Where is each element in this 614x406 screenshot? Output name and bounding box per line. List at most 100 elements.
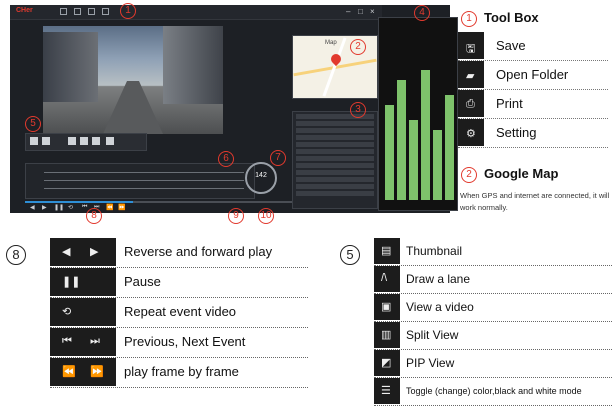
print-icon: ⎙ bbox=[466, 98, 475, 110]
playback-legend: ◀ ▶ Reverse and forward play ❚❚ Pause ⟲ R… bbox=[50, 238, 308, 388]
previous-event-icon[interactable]: ⏮ bbox=[82, 204, 87, 211]
callout-6: 6 bbox=[218, 151, 234, 167]
video-view[interactable] bbox=[43, 26, 223, 134]
pip-view-icon: ◩ bbox=[381, 357, 392, 369]
road bbox=[103, 81, 163, 134]
next-event-icon: ⏭ bbox=[90, 335, 100, 347]
view-mode-legend: ▤ Thumbnail /\ Draw a lane ▣ View a vide… bbox=[374, 238, 612, 406]
callout-2: 2 bbox=[350, 39, 366, 55]
speedometer: 142 bbox=[245, 162, 277, 194]
pause-icon[interactable]: ❚❚ bbox=[54, 204, 64, 211]
legend-label: Split View bbox=[406, 328, 459, 342]
frame-forward-icon: ⏩ bbox=[90, 366, 104, 378]
lane-icon[interactable] bbox=[42, 137, 50, 145]
open-folder-icon[interactable] bbox=[74, 8, 81, 15]
split-view-icon[interactable] bbox=[80, 137, 88, 145]
toolbox-label: Setting bbox=[496, 125, 537, 140]
callout-8: 8 bbox=[86, 208, 102, 224]
legend-label: Previous, Next Event bbox=[124, 334, 246, 349]
forward-play-icon[interactable]: ▶ bbox=[42, 204, 47, 211]
toggle-color-icon[interactable] bbox=[106, 137, 114, 145]
callout-4: 4 bbox=[414, 5, 430, 21]
open-folder-icon: ▰ bbox=[466, 70, 475, 82]
toggle-color-icon: ☰ bbox=[381, 385, 391, 397]
building-right bbox=[163, 26, 223, 104]
previous-event-icon: ⏮ bbox=[62, 335, 72, 347]
legend-label: Pause bbox=[124, 274, 161, 289]
print-icon[interactable] bbox=[88, 8, 95, 15]
legend-label: Toggle (change) color,black and white mo… bbox=[406, 386, 582, 396]
gsensor-graph bbox=[25, 163, 255, 199]
legend-row: ◀ ▶ Reverse and forward play bbox=[50, 238, 308, 268]
toolbox-row: ▰ Open Folder bbox=[458, 61, 608, 90]
callout-1: 1 bbox=[120, 3, 136, 19]
pause-icon: ❚❚ bbox=[62, 276, 81, 288]
view-video-icon: ▣ bbox=[381, 301, 392, 313]
save-icon[interactable] bbox=[60, 8, 67, 15]
reverse-play-icon: ◀ bbox=[62, 246, 71, 258]
legend-row: ❚❚ Pause bbox=[50, 268, 308, 298]
split-view-icon: ▥ bbox=[381, 329, 392, 341]
google-map-description: When GPS and internet are connected, it … bbox=[460, 191, 610, 212]
legend-8-number: 8 bbox=[6, 245, 26, 265]
callout-3: 3 bbox=[350, 102, 366, 118]
title-bar: CHer – □ × bbox=[10, 5, 382, 20]
toolbox-row: ⎙ Print bbox=[458, 90, 608, 119]
gear-icon[interactable] bbox=[102, 8, 109, 15]
close-icon[interactable]: × bbox=[370, 7, 375, 16]
legend-label: play frame by frame bbox=[124, 364, 239, 379]
legend-label: View a video bbox=[406, 300, 474, 314]
toolbox-number: 1 bbox=[461, 11, 477, 27]
player-window: CHer – □ × 142 ◀ ▶ ❚❚ ⟲ ⏮ ⏭ ⏪ ⏩ Map 1 2 … bbox=[10, 3, 458, 224]
legend-row: ▣ View a video bbox=[374, 294, 612, 322]
legend-5-number: 5 bbox=[340, 245, 360, 265]
legend-label: Repeat event video bbox=[124, 304, 237, 319]
legend-row: ⏮ ⏭ Previous, Next Event bbox=[50, 328, 308, 358]
toolbox-label: Open Folder bbox=[496, 67, 569, 82]
gsensor-bars-panel bbox=[378, 17, 458, 211]
thumbnail-icon: ▤ bbox=[381, 245, 392, 257]
frame-forward-icon[interactable]: ⏩ bbox=[118, 204, 125, 211]
map-label: Map bbox=[325, 40, 337, 46]
event-file-list[interactable] bbox=[292, 111, 378, 209]
callout-5: 5 bbox=[25, 116, 41, 132]
legend-label: Reverse and forward play bbox=[124, 244, 273, 259]
legend-label: Draw a lane bbox=[406, 272, 471, 286]
repeat-icon[interactable]: ⟲ bbox=[68, 204, 73, 211]
lane-icon: /\ bbox=[381, 272, 388, 284]
legend-row: ▥ Split View bbox=[374, 322, 612, 350]
forward-play-icon: ▶ bbox=[90, 246, 99, 258]
app-logo: CHer bbox=[16, 7, 33, 14]
legend-row: ◩ PIP View bbox=[374, 350, 612, 378]
google-map-title: Google Map bbox=[484, 166, 559, 181]
repeat-icon: ⟲ bbox=[62, 306, 72, 318]
frame-back-icon[interactable]: ⏪ bbox=[106, 204, 113, 211]
save-icon: 🖫 bbox=[466, 43, 476, 55]
legend-row: ⏪ ⏩ play frame by frame bbox=[50, 358, 308, 388]
legend-label: PIP View bbox=[406, 356, 455, 370]
reverse-play-icon[interactable]: ◀ bbox=[30, 204, 35, 211]
view-video-icon[interactable] bbox=[68, 137, 76, 145]
view-mode-toolbar bbox=[25, 133, 147, 151]
pip-view-icon[interactable] bbox=[92, 137, 100, 145]
legend-row: ⟲ Repeat event video bbox=[50, 298, 308, 328]
callout-10: 10 bbox=[258, 208, 274, 224]
building-left bbox=[43, 32, 98, 102]
callout-7: 7 bbox=[270, 150, 286, 166]
minimize-icon[interactable]: – bbox=[346, 7, 350, 16]
toolbox-title: Tool Box bbox=[484, 10, 539, 25]
toolbox-legend: 🖫 Save ▰ Open Folder ⎙ Print ⚙ Setting bbox=[458, 32, 608, 148]
legend-row: ☰ Toggle (change) color,black and white … bbox=[374, 378, 612, 406]
legend-row: ▤ Thumbnail bbox=[374, 238, 612, 266]
maximize-icon[interactable]: □ bbox=[358, 7, 363, 16]
legend-row: /\ Draw a lane bbox=[374, 266, 612, 294]
setting-icon: ⚙ bbox=[466, 128, 476, 140]
callout-9: 9 bbox=[228, 208, 244, 224]
frame-back-icon: ⏪ bbox=[62, 366, 76, 378]
seek-bar[interactable] bbox=[25, 201, 295, 203]
google-map-number: 2 bbox=[461, 167, 477, 183]
toolbox-row: ⚙ Setting bbox=[458, 119, 608, 148]
thumbnail-icon[interactable] bbox=[30, 137, 38, 145]
legend-label: Thumbnail bbox=[406, 244, 463, 258]
toolbox-label: Save bbox=[496, 38, 526, 53]
